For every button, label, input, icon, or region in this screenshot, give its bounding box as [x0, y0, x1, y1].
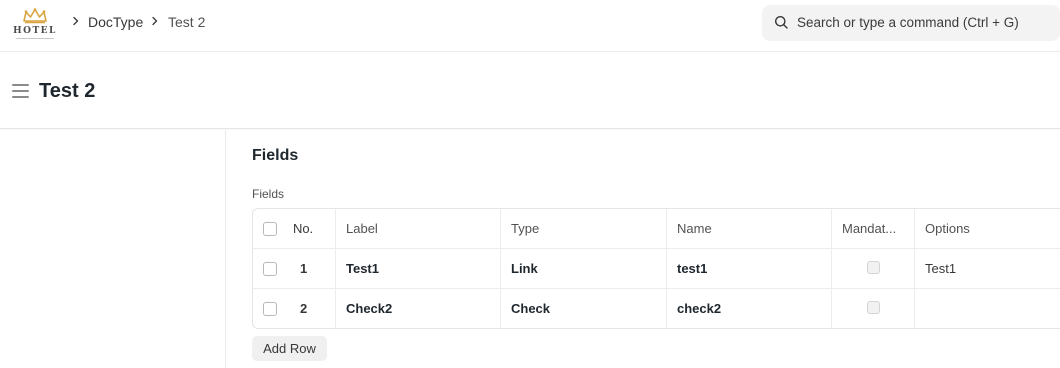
column-header-options: Options: [925, 221, 970, 236]
row-select-cell: 2: [253, 289, 336, 329]
cell-type[interactable]: Link: [501, 249, 667, 289]
page-header: Test 2: [0, 53, 1060, 129]
column-header-name: Name: [667, 209, 832, 249]
crown-icon: [23, 8, 47, 24]
cell-label[interactable]: Test1: [336, 249, 501, 289]
row-checkbox[interactable]: [263, 262, 277, 276]
header-select-cell: No.: [253, 209, 336, 249]
cell-mandatory[interactable]: [832, 249, 915, 289]
search-placeholder: Search or type a command (Ctrl + G): [797, 15, 1019, 30]
mandatory-checkbox[interactable]: [867, 301, 880, 314]
logo-underline: [16, 38, 54, 40]
cell-options[interactable]: Test1: [915, 249, 1060, 289]
cell-label[interactable]: Check2: [336, 289, 501, 329]
search-input[interactable]: Search or type a command (Ctrl + G): [762, 5, 1060, 41]
table-row[interactable]: 2 Check2 Check check2: [253, 289, 1060, 329]
breadcrumb-doctype[interactable]: DocType: [88, 14, 143, 30]
navbar: HOTEL DocType Test 2 Search or type a co…: [0, 0, 1060, 52]
column-header-label: Label: [336, 209, 501, 249]
table-row[interactable]: 1 Test1 Link test1 Test1: [253, 249, 1060, 289]
chevron-right-icon: [73, 16, 79, 26]
cell-type[interactable]: Check: [501, 289, 667, 329]
sidebar: [0, 130, 225, 368]
logo-text: HOTEL: [13, 26, 57, 36]
breadcrumb-current[interactable]: Test 2: [168, 14, 205, 30]
section-title: Fields: [252, 147, 299, 164]
column-header-no: No.: [293, 221, 314, 236]
cell-name[interactable]: test1: [667, 249, 832, 289]
page-title: Test 2: [39, 80, 96, 102]
search-icon: [775, 16, 788, 29]
table-header-row: No. Label Type Name Mandat... Options: [253, 209, 1060, 249]
column-header-mandatory: Mandat...: [832, 209, 915, 249]
form-content: Fields Fields No. Label Type Name Mandat…: [225, 130, 1060, 368]
sidebar-toggle-icon[interactable]: [12, 84, 29, 98]
hotel-logo[interactable]: HOTEL: [12, 8, 58, 40]
column-header-type: Type: [501, 209, 667, 249]
fields-table: No. Label Type Name Mandat... Options 1 …: [252, 208, 1060, 329]
chevron-right-icon: [152, 16, 158, 26]
row-number: 2: [300, 301, 308, 316]
mandatory-checkbox[interactable]: [867, 261, 880, 274]
select-all-checkbox[interactable]: [263, 222, 277, 236]
row-select-cell: 1: [253, 249, 336, 289]
row-number: 1: [300, 261, 308, 276]
cell-options[interactable]: [915, 289, 1060, 329]
field-label: Fields: [252, 187, 285, 201]
add-row-button[interactable]: Add Row: [252, 336, 327, 361]
cell-name[interactable]: check2: [667, 289, 832, 329]
cell-mandatory[interactable]: [832, 289, 915, 329]
row-checkbox[interactable]: [263, 302, 277, 316]
